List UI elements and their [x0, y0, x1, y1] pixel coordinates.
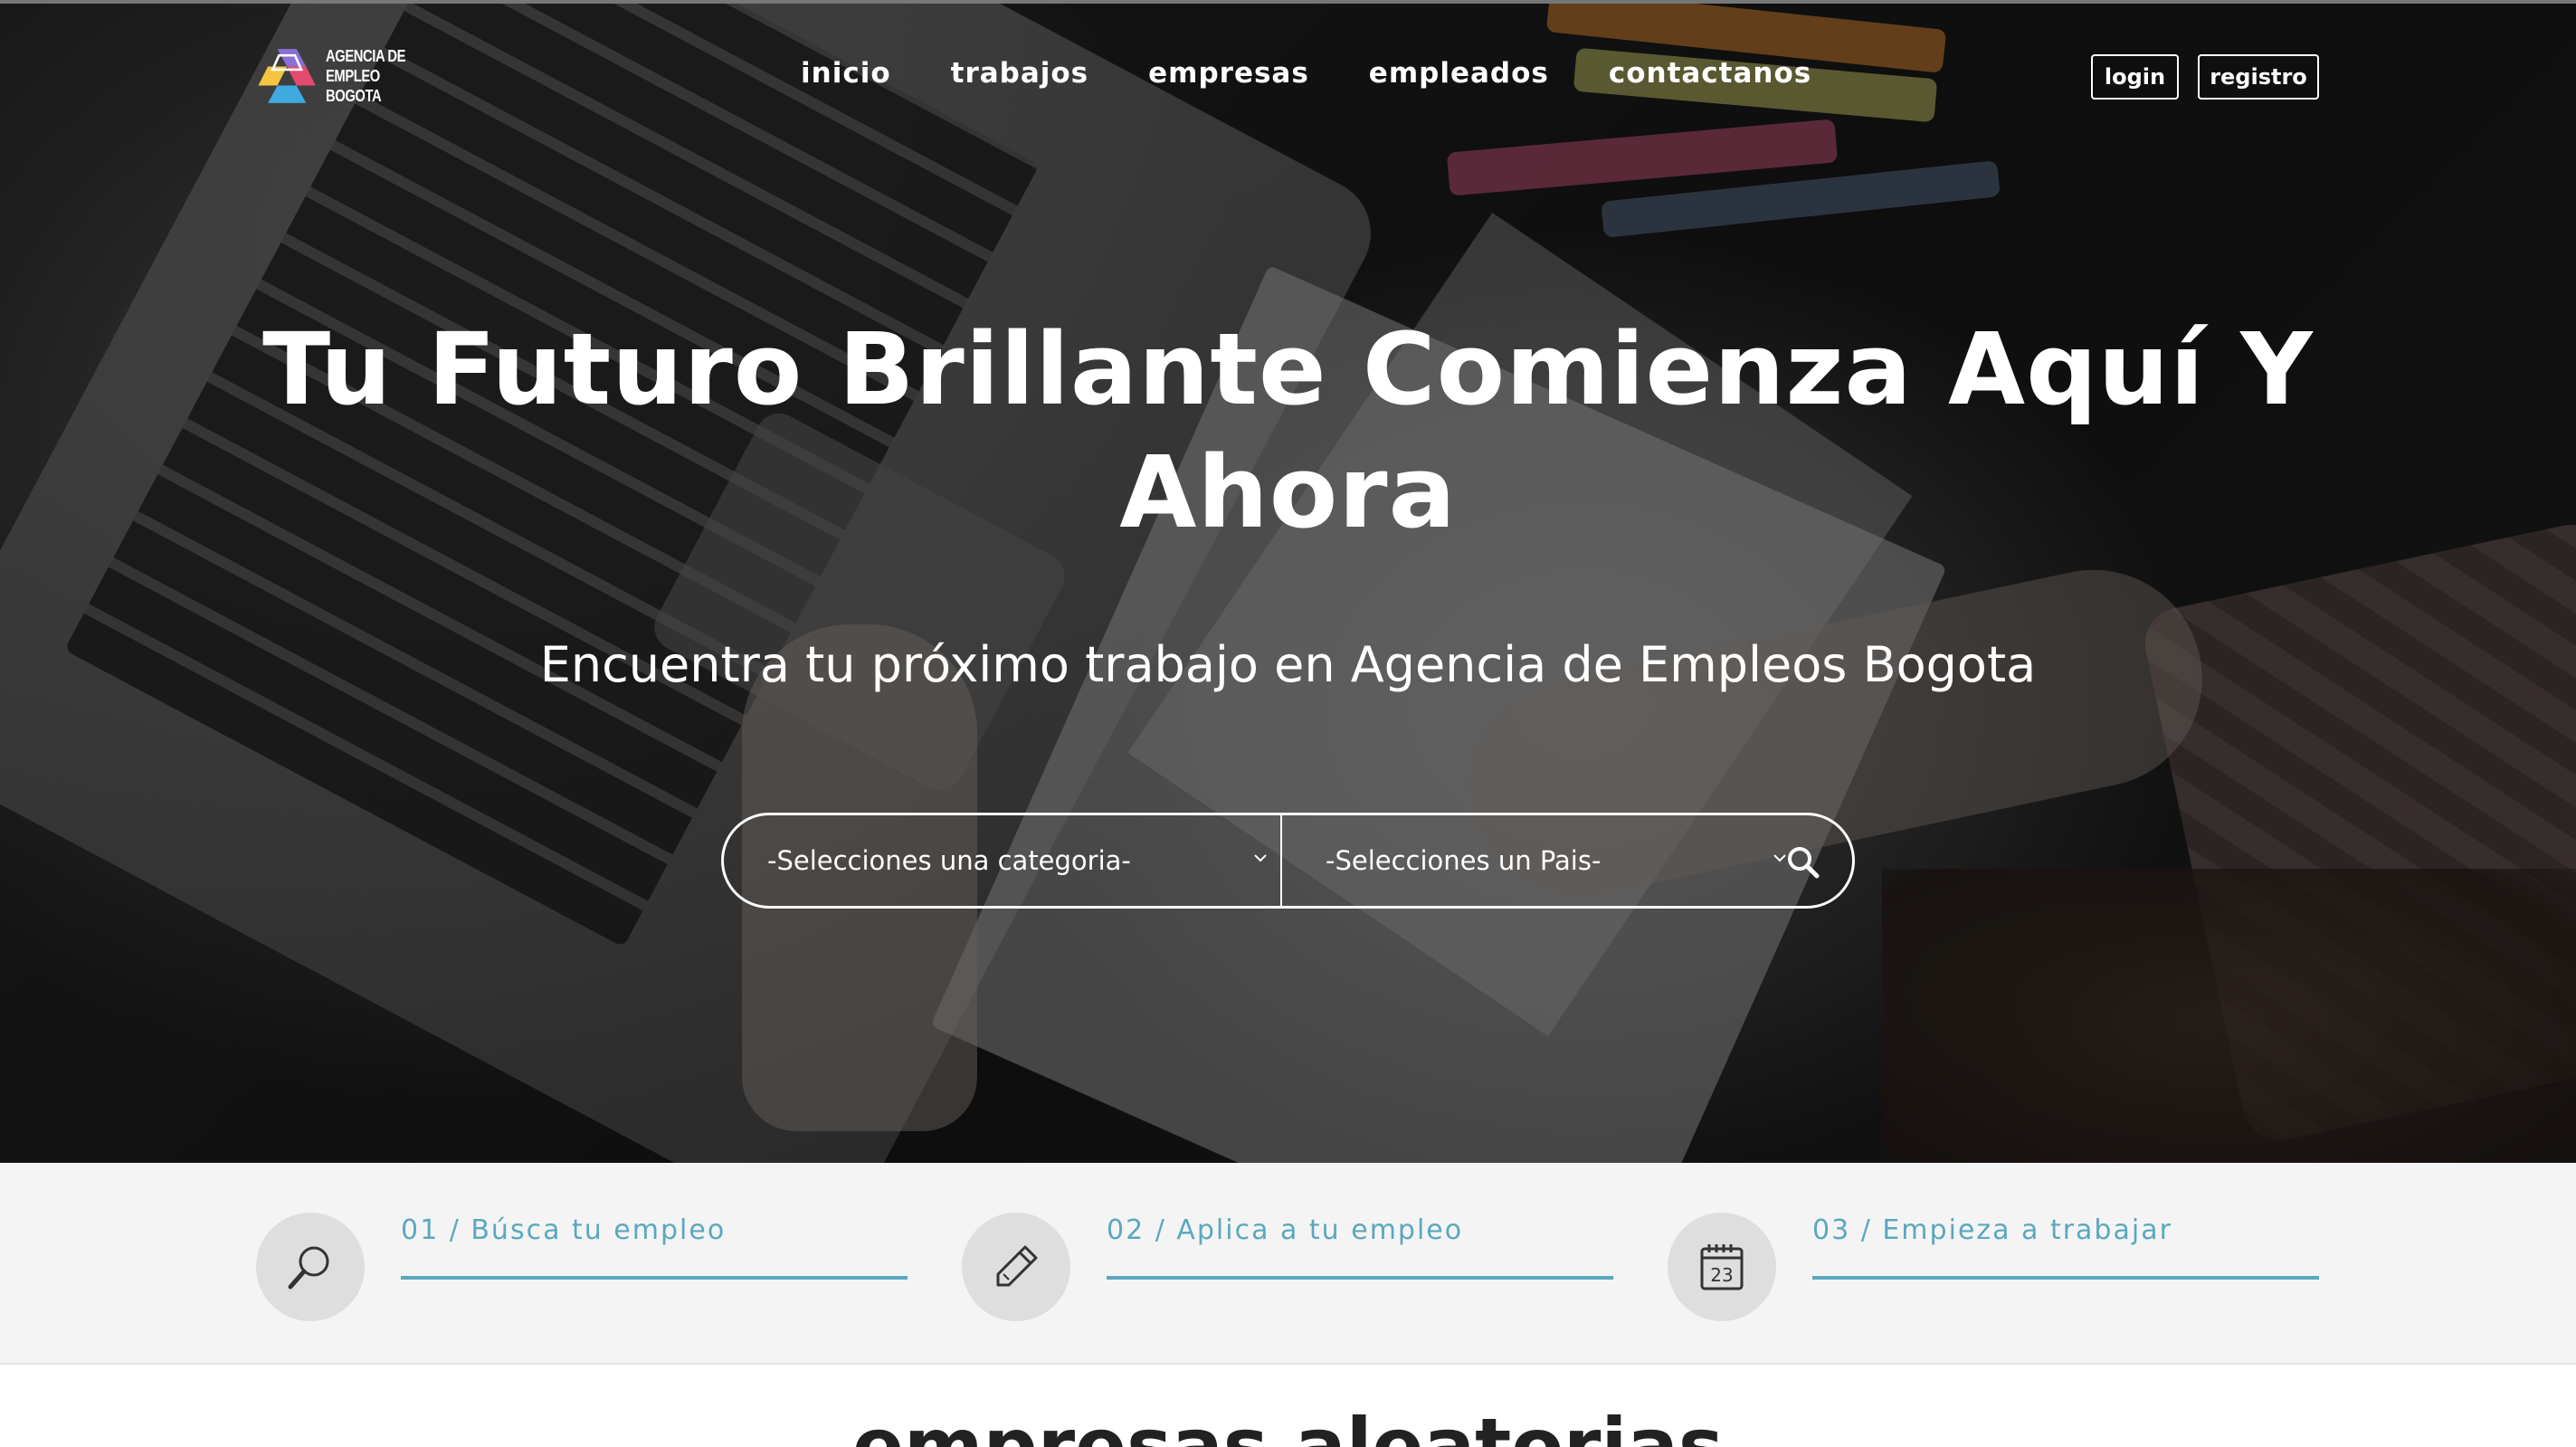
- step-underline: [1107, 1276, 1613, 1280]
- calendar-day: 23: [1710, 1264, 1733, 1286]
- calendar-icon: 23: [1668, 1213, 1776, 1321]
- pencil-icon: [962, 1213, 1070, 1321]
- step-underline: [1812, 1276, 2319, 1280]
- category-select-value: -Selecciones una categoria-: [767, 845, 1131, 876]
- how-it-works-band: 01 / Búsca tu empleo 02 / Aplica a tu em…: [0, 1163, 2576, 1365]
- login-button[interactable]: login: [2091, 54, 2179, 100]
- step-start-working: 23 03 / Empieza a trabajar: [1668, 1213, 2355, 1326]
- main-nav: inicio trabajos empresas empleados conta…: [801, 51, 1811, 96]
- nav-link-contactanos[interactable]: contactanos: [1609, 57, 1811, 90]
- hero-headline-line-2: Ahora: [1119, 434, 1457, 550]
- hero-overlay: [0, 0, 2576, 1163]
- registro-button[interactable]: registro: [2198, 54, 2319, 100]
- hero-section: AGENCIA DE EMPLEO BOGOTA inicio trabajos…: [0, 0, 2576, 1163]
- random-companies-title: empresas aleatorias: [852, 1402, 1724, 1447]
- country-select[interactable]: -Selecciones un Pais-: [1282, 815, 1789, 906]
- step-apply-job: 02 / Aplica a tu empleo: [962, 1213, 1649, 1326]
- hero-headline: Tu Futuro Brillante Comienza Aquí Y Ahor…: [253, 308, 2323, 554]
- step-label: 03 / Empieza a trabajar: [1812, 1214, 2172, 1246]
- step-label: 01 / Búsca tu empleo: [401, 1214, 727, 1246]
- step-underline: [401, 1276, 908, 1280]
- logo-line-2: EMPLEO BOGOTA: [326, 67, 382, 105]
- hero-subheadline: Encuentra tu próximo trabajo en Agencia …: [539, 636, 2037, 693]
- search-icon[interactable]: [1785, 844, 1821, 881]
- hero-headline-line-1: Tu Futuro Brillante Comienza Aquí Y: [262, 311, 2314, 427]
- logo-line-1: AGENCIA DE: [326, 47, 406, 65]
- nav-link-trabajos[interactable]: trabajos: [951, 57, 1089, 90]
- logo-triangle-icon: [258, 49, 316, 103]
- job-search-bar: -Selecciones una categoria- -Selecciones…: [721, 813, 1855, 909]
- country-select-value: -Selecciones un Pais-: [1326, 845, 1602, 876]
- chevron-down-icon: [1251, 846, 1269, 873]
- step-label: 02 / Aplica a tu empleo: [1107, 1214, 1464, 1246]
- logo-wordmark: AGENCIA DE EMPLEO BOGOTA: [326, 46, 423, 106]
- step-search-job: 01 / Búsca tu empleo: [256, 1213, 944, 1326]
- magnifier-icon: [256, 1213, 365, 1321]
- top-border: [0, 0, 2576, 4]
- nav-link-empresas[interactable]: empresas: [1148, 57, 1309, 90]
- nav-link-inicio[interactable]: inicio: [801, 57, 891, 90]
- site-logo[interactable]: AGENCIA DE EMPLEO BOGOTA: [255, 42, 445, 110]
- nav-link-empleados[interactable]: empleados: [1369, 57, 1549, 90]
- category-select[interactable]: -Selecciones una categoria-: [724, 815, 1282, 906]
